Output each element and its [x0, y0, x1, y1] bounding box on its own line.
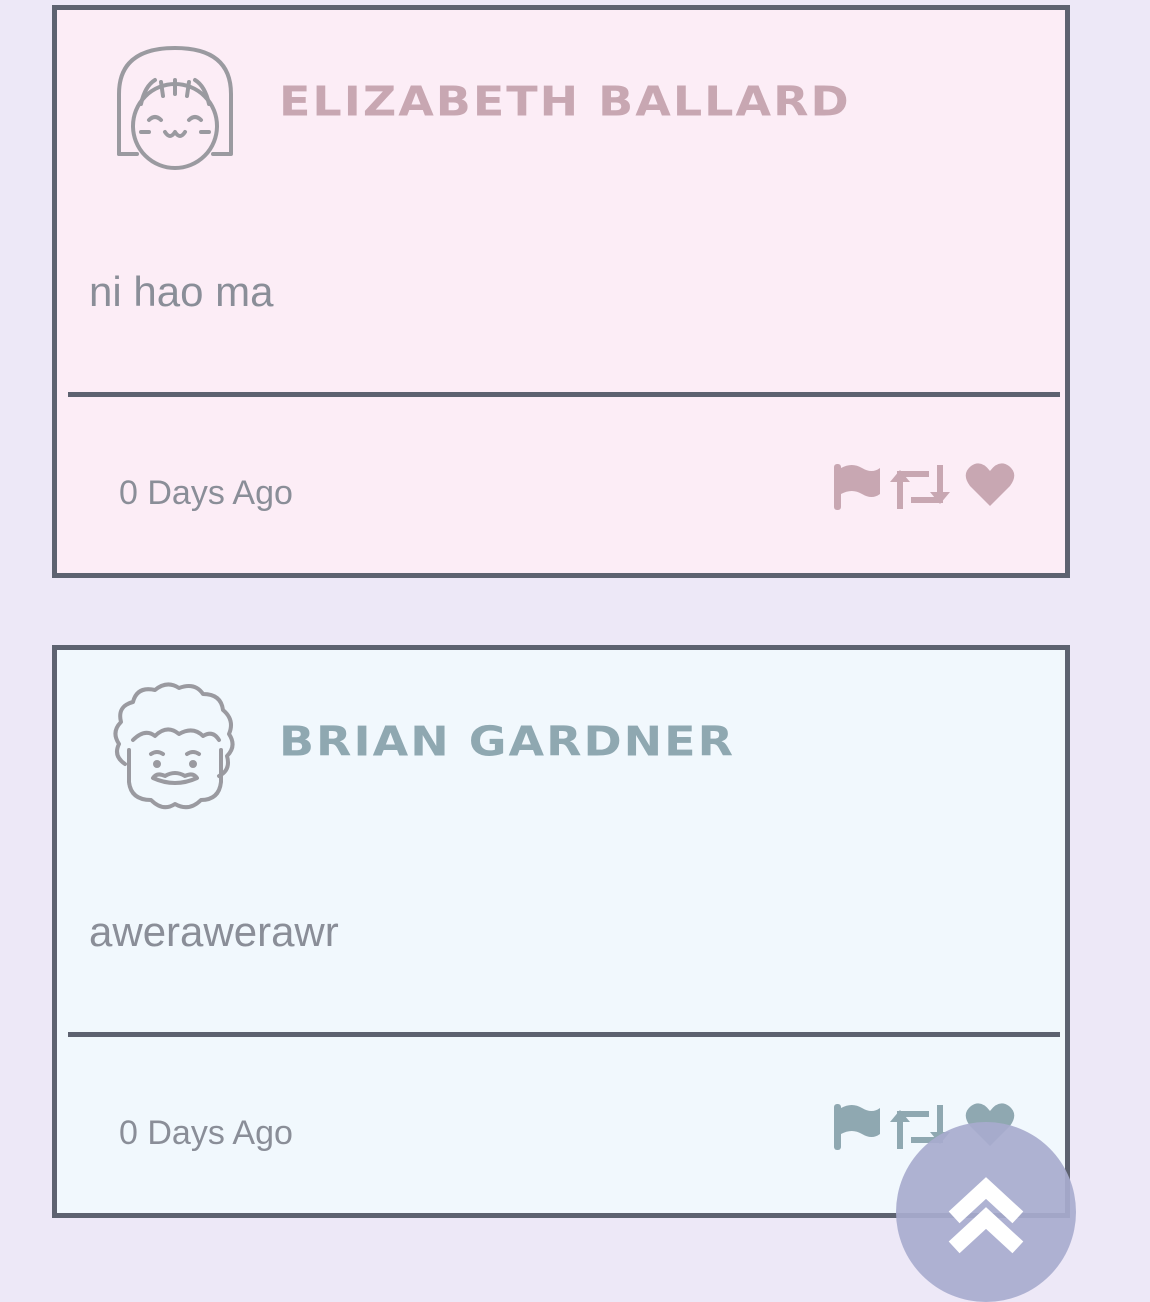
double-chevron-up-icon: [948, 1177, 1024, 1254]
flag-icon[interactable]: [832, 1102, 882, 1152]
post-actions: [832, 462, 1017, 518]
post-timestamp: 0 Days Ago: [119, 1114, 293, 1152]
heart-icon[interactable]: [965, 462, 1015, 508]
username[interactable]: Elizabeth Ballard: [279, 77, 851, 126]
username[interactable]: Brian Gardner: [279, 717, 735, 766]
retweet-icon[interactable]: [890, 462, 950, 512]
divider: [68, 1032, 1060, 1037]
post-message: awerawerawr: [89, 908, 339, 955]
scroll-to-top-button[interactable]: [896, 1122, 1076, 1302]
curly-hair-face-icon: [113, 682, 235, 810]
flag-icon[interactable]: [832, 462, 882, 512]
post-message: ni hao ma: [89, 268, 274, 315]
post-card: Elizabeth Ballard ni hao ma 0 Days Ago: [52, 5, 1070, 578]
girl-face-icon: [117, 46, 233, 170]
post-timestamp: 0 Days Ago: [119, 474, 293, 512]
divider: [68, 392, 1060, 397]
